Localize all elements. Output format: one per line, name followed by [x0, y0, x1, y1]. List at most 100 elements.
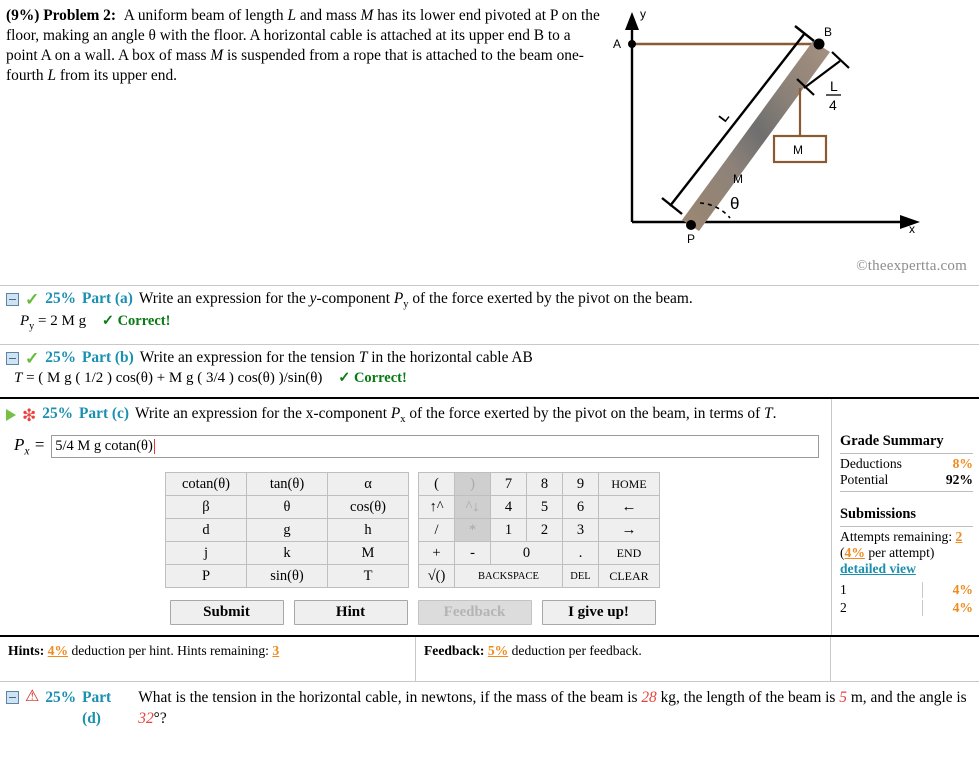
- key-k[interactable]: k: [246, 541, 328, 566]
- feedback-deduction-pct: 5%: [487, 643, 509, 659]
- part-b-answer-symbol: T: [14, 370, 23, 387]
- problem-label: Problem 2:: [43, 7, 117, 24]
- key-7[interactable]: 7: [490, 472, 527, 497]
- key-paren-open[interactable]: (: [418, 472, 455, 497]
- problem-statement-section: (9%) Problem 2: A uniform beam of length…: [0, 0, 979, 285]
- key-j[interactable]: j: [165, 541, 247, 566]
- key-divide[interactable]: /: [418, 518, 455, 543]
- hints-text: deduction per hint. Hints remaining:: [71, 643, 269, 659]
- part-a-prompt-2: -component: [316, 290, 394, 307]
- part-c-block: Grade Summary Deductions 8% Potential 92…: [0, 397, 979, 638]
- key-theta[interactable]: θ: [246, 495, 328, 520]
- key-p[interactable]: P: [165, 564, 247, 589]
- beam-diagram-svg: y x A P B L L 4 M M θ: [613, 7, 920, 246]
- point-b-dot: [813, 38, 825, 50]
- part-b-answer-value: = ( M g ( 1/2 ) cos(θ) + M g ( 3/4 ) cos…: [26, 370, 323, 387]
- key-8[interactable]: 8: [526, 472, 563, 497]
- key-home[interactable]: HOME: [598, 472, 660, 497]
- key-arrow-left[interactable]: ←: [598, 495, 660, 520]
- key-plus[interactable]: +: [418, 541, 455, 566]
- point-a-dot: [628, 40, 636, 48]
- key-del[interactable]: DEL: [562, 564, 599, 589]
- keypad-symbols: cotan(θ) tan(θ) α β θ cos(θ) d g h j k M…: [165, 472, 409, 589]
- key-cotan[interactable]: cotan(θ): [165, 472, 247, 497]
- feedback-label: Feedback:: [424, 643, 485, 659]
- hints-feedback-bar: Hints: 4% deduction per hint. Hints rema…: [0, 637, 979, 683]
- part-c-equals-sign: =: [33, 435, 46, 455]
- var-L-1: L: [287, 7, 296, 24]
- key-alpha[interactable]: α: [327, 472, 409, 497]
- part-a-status: ✓ Correct!: [101, 313, 171, 330]
- part-b-block: ✓ 25% Part (b) Write an expression for t…: [0, 345, 979, 387]
- key-4[interactable]: 4: [490, 495, 527, 520]
- key-cos[interactable]: cos(θ): [327, 495, 409, 520]
- part-d-text-4: angle is: [919, 689, 967, 707]
- key-1[interactable]: 1: [490, 518, 527, 543]
- key-paren-close: ): [454, 472, 491, 497]
- beam-mass-label: M: [733, 172, 743, 186]
- key-sqrt[interactable]: √(): [418, 564, 455, 589]
- key-minus[interactable]: -: [454, 541, 491, 566]
- give-up-button[interactable]: I give up!: [541, 600, 656, 626]
- key-tan[interactable]: tan(θ): [246, 472, 328, 497]
- key-d[interactable]: d: [165, 518, 247, 543]
- part-c-answer-row: Px = 5/4 M g cotan(θ): [6, 425, 819, 459]
- answer-input-value: 5/4 M g cotan(θ): [55, 438, 153, 455]
- beam-diagram: y x A P B L L 4 M M θ ©theexpertta.com: [608, 0, 979, 285]
- part-c-answer-label: Px =: [14, 435, 45, 457]
- part-a-prompt-1: Write an expression for the: [138, 290, 310, 307]
- hints-cell: Hints: 4% deduction per hint. Hints rema…: [0, 637, 416, 682]
- key-decimal[interactable]: .: [562, 541, 599, 566]
- submit-button[interactable]: Submit: [169, 600, 284, 626]
- expand-triangle-icon[interactable]: [6, 409, 16, 422]
- part-c-prompt-3: .: [772, 405, 777, 423]
- red-star-icon: ❇: [22, 406, 37, 426]
- key-multiply: *: [454, 518, 491, 543]
- answer-input[interactable]: 5/4 M g cotan(θ): [51, 435, 819, 459]
- part-a-answer-value: = 2 M g: [38, 313, 87, 330]
- key-0[interactable]: 0: [490, 541, 563, 566]
- part-b-prompt-2: in the horizontal cable AB: [367, 349, 533, 367]
- part-b-header: ✓ 25% Part (b) Write an expression for t…: [6, 349, 979, 367]
- key-beta[interactable]: β: [165, 495, 247, 520]
- key-backspace[interactable]: BACKSPACE: [454, 564, 563, 589]
- collapse-box-icon[interactable]: [6, 691, 19, 705]
- collapse-box-icon[interactable]: [6, 293, 19, 306]
- part-a-prompt-3: of the force exerted by the pivot on the…: [408, 290, 693, 307]
- part-d-name: Part (d): [82, 689, 112, 727]
- key-3[interactable]: 3: [562, 518, 599, 543]
- collapse-box-icon[interactable]: [6, 352, 19, 366]
- key-g[interactable]: g: [246, 518, 328, 543]
- keypad-row: + - 0 . END: [418, 541, 660, 566]
- keypad-row: ↑^ ^↓ 4 5 6 ←: [418, 495, 660, 520]
- part-a-block: ✓ 25% Part (a) Write an expression for t…: [0, 286, 979, 332]
- problem-body-8: from its upper end.: [56, 67, 177, 85]
- key-2[interactable]: 2: [526, 518, 563, 543]
- key-power-down: ^↓: [454, 495, 491, 520]
- key-6[interactable]: 6: [562, 495, 599, 520]
- length-dim-tick-bottom: [661, 197, 683, 215]
- problem-body-6: is suspended from a rope that is attache…: [223, 47, 493, 65]
- hints-deduction-pct: 4%: [47, 643, 69, 659]
- keypad-row: d g h: [165, 518, 409, 543]
- part-c-content: ❇ 25% Part (c) Write an expression for t…: [0, 399, 979, 626]
- key-m[interactable]: M: [327, 541, 409, 566]
- key-arrow-right[interactable]: →: [598, 518, 660, 543]
- quarter-dim-numerator: L: [830, 78, 838, 94]
- part-a-percent: 25%: [45, 290, 77, 307]
- feedback-cell: Feedback: 5% deduction per feedback.: [416, 637, 831, 682]
- key-t[interactable]: T: [327, 564, 409, 589]
- key-9[interactable]: 9: [562, 472, 599, 497]
- var-M-2: M: [210, 47, 224, 65]
- part-c-percent: 25%: [42, 405, 74, 423]
- x-axis-label: x: [909, 222, 915, 236]
- problem-percent: (9%): [6, 7, 40, 24]
- warning-icon: ⚠: [25, 688, 40, 706]
- key-power-up[interactable]: ↑^: [418, 495, 455, 520]
- key-end[interactable]: END: [598, 541, 660, 566]
- key-sin[interactable]: sin(θ): [246, 564, 328, 589]
- hint-button[interactable]: Hint: [293, 600, 408, 626]
- key-clear[interactable]: CLEAR: [598, 564, 660, 589]
- key-5[interactable]: 5: [526, 495, 563, 520]
- key-h[interactable]: h: [327, 518, 409, 543]
